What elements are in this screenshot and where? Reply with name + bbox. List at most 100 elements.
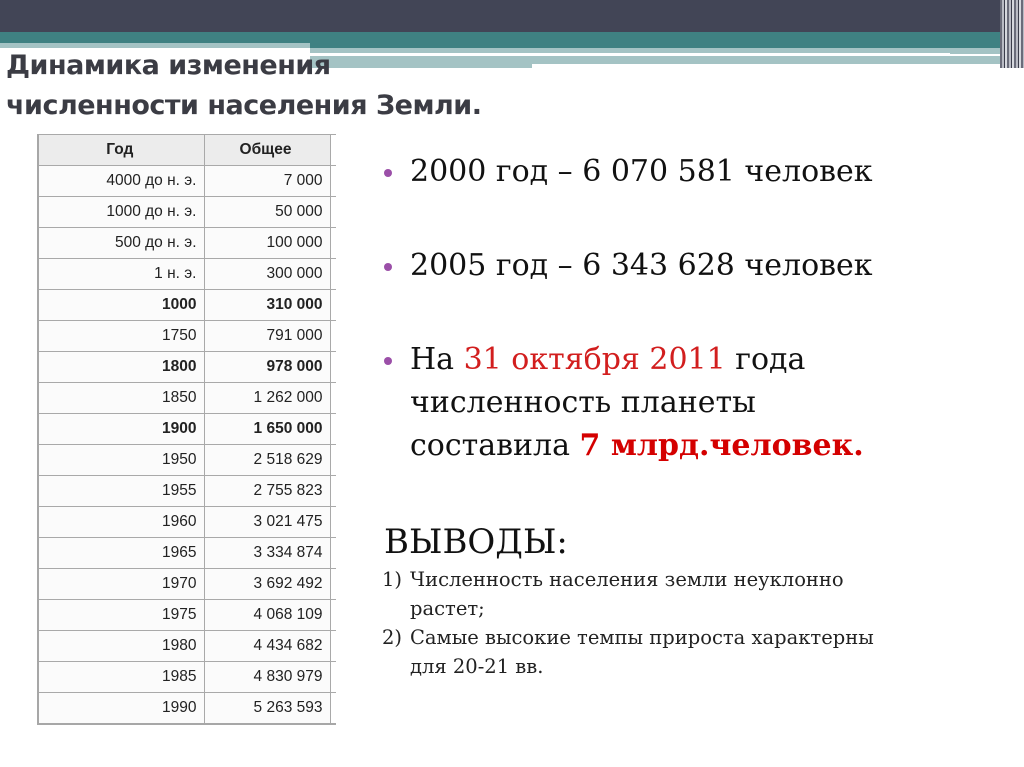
table-row: 1800 978 000 [37,351,336,383]
cell-year: 500 до н. э. [37,227,205,259]
cell-cut [329,661,336,693]
cell-total: 4 068 109 [203,599,331,631]
table-row: 1980 4 434 682 [37,630,336,662]
bullet-text: На [410,342,464,377]
cell-total: 2 518 629 [203,444,331,476]
cell-year: 1950 [37,444,205,476]
conclusion-text: растет; [410,597,485,620]
column-header-cut [329,134,336,166]
table-row: 1965 3 334 874 [37,537,336,569]
cell-cut [329,475,336,507]
conclusion-number: 2) [382,626,403,649]
column-header-total: Общее [203,134,331,166]
cell-total: 4 830 979 [203,661,331,693]
cell-cut [329,227,336,259]
cell-year: 1750 [37,320,205,352]
cell-total: 4 434 682 [203,630,331,662]
bullet-text: составила [410,428,580,463]
cell-year: 4000 до н. э. [37,165,205,197]
cell-year: 1 н. э. [37,258,205,290]
cell-cut [329,599,336,631]
cell-cut [329,537,336,569]
cell-year: 1985 [37,661,205,693]
header-bar-dark [0,0,1024,32]
table-row: 1950 2 518 629 [37,444,336,476]
column-header-year: Год [37,134,205,166]
table-row: 1 н. э. 300 000 [37,258,336,290]
cell-total: 1 262 000 [203,382,331,414]
table-row: 1750 791 000 [37,320,336,352]
cell-total: 7 000 [203,165,331,197]
cell-year: 1965 [37,537,205,569]
table-row: 1990 5 263 593 [37,692,336,724]
cell-year: 1975 [37,599,205,631]
table-row: 1900 1 650 000 [37,413,336,445]
header-stripes [1000,0,1024,68]
cell-cut [329,444,336,476]
cell-cut [329,320,336,352]
cell-cut [329,196,336,228]
cell-total: 3 334 874 [203,537,331,569]
cell-cut [329,568,336,600]
conclusion-text: для 20-21 вв. [410,655,544,678]
table-row: 1975 4 068 109 [37,599,336,631]
cell-year: 1000 до н. э. [37,196,205,228]
conclusion-item: 2) Самые высокие темпы прироста характер… [382,623,1002,681]
table-row: 1000 310 000 [37,289,336,321]
table-header-row: Год Общее [37,134,336,166]
population-table: Год Общее 4000 до н. э. 7 000 1000 до н. э… [37,134,336,725]
bullet-dot-icon [384,357,392,365]
cell-cut [329,692,336,724]
cell-year: 1970 [37,568,205,600]
highlight-date: 31 октября 2011 [463,342,726,377]
cell-year: 1960 [37,506,205,538]
bullet-dot-icon [384,263,392,271]
cell-cut [329,351,336,383]
cell-year: 1800 [37,351,205,383]
bullet-text: численность планеты [410,385,756,420]
slide-title: Динамика изменения численности населения… [6,46,482,126]
cell-total: 3 021 475 [203,506,331,538]
table-row: 500 до н. э. 100 000 [37,227,336,259]
highlight-population: 7 млрд.человек. [579,428,864,463]
bullet-text: 2000 год – 6 070 581 человек [410,154,873,189]
bullet-item: 2000 год – 6 070 581 человек [384,150,873,193]
table-row: 1850 1 262 000 [37,382,336,414]
table-row: 1960 3 021 475 [37,506,336,538]
conclusion-item: 1) Численность населения земли неуклонно… [382,565,1002,623]
cell-total: 978 000 [203,351,331,383]
cell-year: 1990 [37,692,205,724]
slide-title-line2: численности населения Земли. [6,90,482,121]
conclusion-number: 1) [382,568,403,591]
cell-year: 1000 [37,289,205,321]
conclusions-title: ВЫВОДЫ: [384,522,568,562]
cell-cut [329,630,336,662]
table-row: 4000 до н. э. 7 000 [37,165,336,197]
cell-total: 5 263 593 [203,692,331,724]
cell-year: 1850 [37,382,205,414]
bullet-item: На 31 октября 2011 года численность план… [384,338,864,467]
table-row: 1955 2 755 823 [37,475,336,507]
bullet-text: года [725,342,806,377]
cell-total: 100 000 [203,227,331,259]
cell-year: 1980 [37,630,205,662]
cell-total: 50 000 [203,196,331,228]
bullet-dot-icon [384,169,392,177]
table-body: 4000 до н. э. 7 000 1000 до н. э. 50 000 500… [37,165,336,724]
conclusion-text: Численность населения земли неуклонно [410,568,844,591]
cell-year: 1900 [37,413,205,445]
header-bar-divider [532,64,1022,70]
table-row: 1000 до н. э. 50 000 [37,196,336,228]
slide-title-line1: Динамика изменения [6,50,331,81]
cell-total: 1 650 000 [203,413,331,445]
bullet-text: 2005 год – 6 343 628 человек [410,248,873,283]
conclusion-text: Самые высокие темпы прироста характерны [410,626,874,649]
table-row: 1985 4 830 979 [37,661,336,693]
conclusions-list: 1) Численность населения земли неуклонно… [382,565,1002,681]
cell-total: 310 000 [203,289,331,321]
cell-cut [329,382,336,414]
cell-cut [329,289,336,321]
cell-cut [329,413,336,445]
cell-total: 3 692 492 [203,568,331,600]
cell-year: 1955 [37,475,205,507]
